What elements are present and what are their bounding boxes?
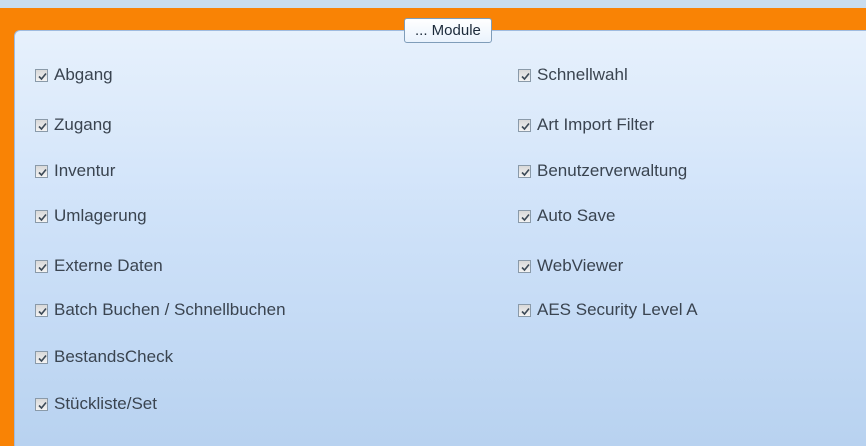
checkbox-label: Umlagerung xyxy=(54,206,147,225)
checkmark-icon xyxy=(38,72,47,80)
module-group-title[interactable]: ... Module xyxy=(404,18,492,43)
checkbox-box[interactable] xyxy=(35,303,48,317)
checkbox-label: Externe Daten xyxy=(54,256,163,275)
checkbox-box[interactable] xyxy=(35,397,48,411)
checkbox-box[interactable] xyxy=(518,259,531,273)
checkbox-label: Art Import Filter xyxy=(537,115,655,134)
checkbox-auto-save[interactable]: Auto Save xyxy=(518,205,615,227)
checkbox-schnellwahl[interactable]: Schnellwahl xyxy=(518,64,628,86)
checkbox-externe-daten[interactable]: Externe Daten xyxy=(35,255,163,277)
checkbox-aes-security-level-a[interactable]: AES Security Level A xyxy=(518,299,698,321)
checkbox-box[interactable] xyxy=(35,259,48,273)
checkbox-box[interactable] xyxy=(35,209,48,223)
checkbox-box[interactable] xyxy=(518,68,531,82)
checkbox-label: Benutzerverwaltung xyxy=(537,161,688,180)
checkbox-box[interactable] xyxy=(518,209,531,223)
module-group-panel xyxy=(14,30,866,446)
checkmark-icon xyxy=(521,72,530,80)
checkmark-icon xyxy=(521,122,530,130)
checkbox-art-import-filter[interactable]: Art Import Filter xyxy=(518,114,654,136)
checkmark-icon xyxy=(521,213,530,221)
checkmark-icon xyxy=(38,122,47,130)
checkbox-box[interactable] xyxy=(518,303,531,317)
checkbox-benutzerverwaltung[interactable]: Benutzerverwaltung xyxy=(518,160,687,182)
checkbox-label: BestandsCheck xyxy=(54,347,174,366)
checkmark-icon xyxy=(521,263,530,271)
checkbox-label: Stückliste/Set xyxy=(54,394,157,413)
checkbox-box[interactable] xyxy=(35,118,48,132)
checkmark-icon xyxy=(38,213,47,221)
checkbox-webviewer[interactable]: WebViewer xyxy=(518,255,623,277)
checkbox-abgang[interactable]: Abgang xyxy=(35,64,113,86)
checkbox-zugang[interactable]: Zugang xyxy=(35,114,112,136)
checkbox-label: Schnellwahl xyxy=(537,65,628,84)
checkbox-umlagerung[interactable]: Umlagerung xyxy=(35,205,147,227)
checkmark-icon xyxy=(38,307,47,315)
checkmark-icon xyxy=(38,263,47,271)
checkbox-inventur[interactable]: Inventur xyxy=(35,160,115,182)
checkbox-label: Batch Buchen / Schnellbuchen xyxy=(54,300,286,319)
checkmark-icon xyxy=(38,354,47,362)
checkbox-box[interactable] xyxy=(35,350,48,364)
checkbox-label: Zugang xyxy=(54,115,112,134)
checkbox-label: WebViewer xyxy=(537,256,624,275)
checkbox-bestandscheck[interactable]: BestandsCheck xyxy=(35,346,173,368)
window-top-strip xyxy=(0,0,866,8)
checkbox-box[interactable] xyxy=(35,164,48,178)
checkbox-box[interactable] xyxy=(35,68,48,82)
checkbox-label: Auto Save xyxy=(537,206,616,225)
checkbox-label: Inventur xyxy=(54,161,116,180)
checkmark-icon xyxy=(38,168,47,176)
checkbox-label: AES Security Level A xyxy=(537,300,698,319)
checkbox-box[interactable] xyxy=(518,118,531,132)
checkbox-box[interactable] xyxy=(518,164,531,178)
checkbox-stueckliste-set[interactable]: Stückliste/Set xyxy=(35,393,157,415)
module-settings-window: ... Module Abgang Zugang Inventur Umlage… xyxy=(0,0,866,446)
checkbox-label: Abgang xyxy=(54,65,113,84)
checkmark-icon xyxy=(521,168,530,176)
checkbox-batch-buchen[interactable]: Batch Buchen / Schnellbuchen xyxy=(35,299,286,321)
checkmark-icon xyxy=(521,307,530,315)
checkmark-icon xyxy=(38,401,47,409)
